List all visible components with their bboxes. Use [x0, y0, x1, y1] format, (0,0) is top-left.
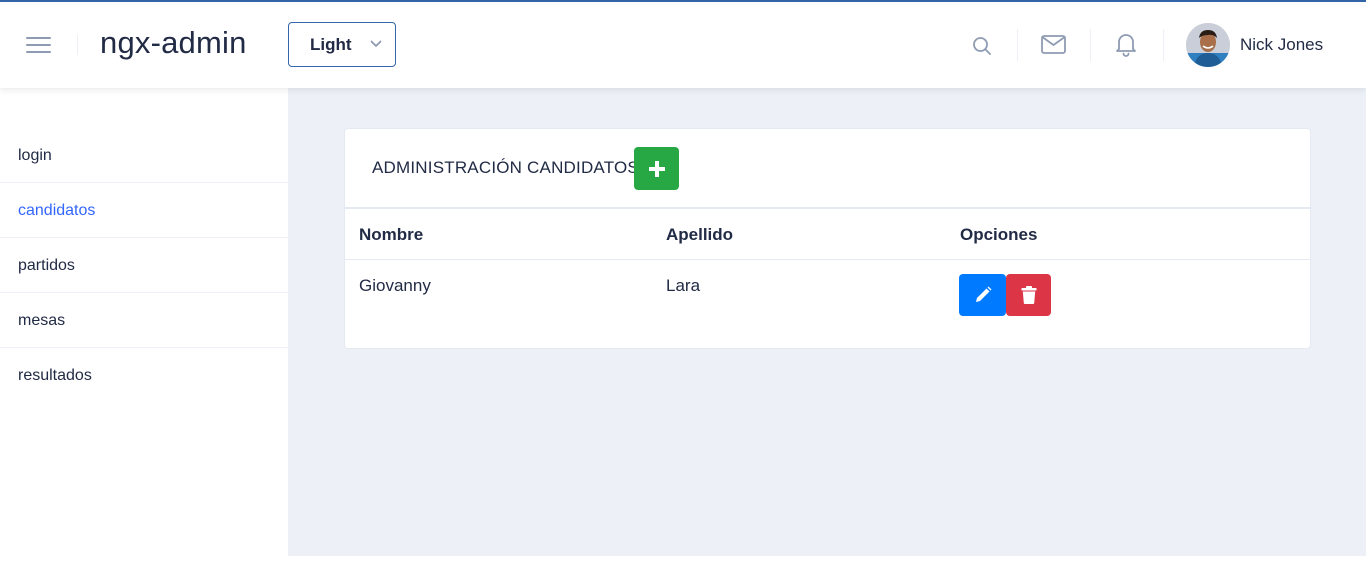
chevron-down-icon: [370, 40, 382, 47]
plus-icon: [648, 160, 665, 177]
search-icon[interactable]: [972, 36, 992, 56]
avatar: [1186, 23, 1230, 67]
main-content: ADMINISTRACIÓN CANDIDATOS Nombre Apellid…: [288, 88, 1366, 556]
sidebar-item-mesas[interactable]: mesas: [0, 293, 288, 348]
sidebar: login candidatos partidos mesas resultad…: [0, 88, 288, 564]
card-header: ADMINISTRACIÓN CANDIDATOS: [345, 129, 1310, 209]
theme-select-value: Light: [310, 34, 352, 54]
cell-nombre: Giovanny: [359, 276, 431, 295]
column-header-apellido: Apellido: [666, 225, 734, 244]
user-name: Nick Jones: [1240, 35, 1324, 54]
sidebar-item-resultados[interactable]: resultados: [0, 348, 288, 403]
pencil-icon: [975, 286, 991, 302]
sidebar-item-partidos[interactable]: partidos: [0, 238, 288, 293]
candidates-card: ADMINISTRACIÓN CANDIDATOS Nombre Apellid…: [344, 128, 1311, 349]
edit-button[interactable]: [959, 274, 1006, 316]
header-divider: [1163, 29, 1164, 61]
theme-select[interactable]: Light: [288, 22, 396, 67]
user-menu[interactable]: Nick Jones: [1186, 23, 1323, 67]
trash-icon: [1021, 286, 1036, 304]
menu-icon[interactable]: [26, 34, 51, 54]
column-header-opciones: Opciones: [960, 225, 1038, 244]
header-divider: [1090, 29, 1091, 61]
delete-button[interactable]: [1006, 274, 1051, 316]
email-icon[interactable]: [1041, 35, 1066, 54]
footer-strip: [288, 556, 1366, 564]
add-candidate-button[interactable]: [634, 147, 679, 190]
header-divider: [1017, 29, 1018, 61]
app-logo[interactable]: ngx-admin: [100, 25, 247, 61]
cell-apellido: Lara: [666, 276, 701, 295]
card-title: ADMINISTRACIÓN CANDIDATOS: [372, 158, 639, 177]
header-divider: [77, 35, 78, 55]
bell-icon[interactable]: [1115, 32, 1137, 57]
table-divider: [345, 259, 1310, 260]
sidebar-item-login[interactable]: login: [0, 128, 288, 183]
sidebar-item-candidatos[interactable]: candidatos: [0, 183, 288, 238]
column-header-nombre: Nombre: [359, 225, 424, 244]
app-header: ngx-admin Light Nick Jones: [0, 2, 1366, 88]
